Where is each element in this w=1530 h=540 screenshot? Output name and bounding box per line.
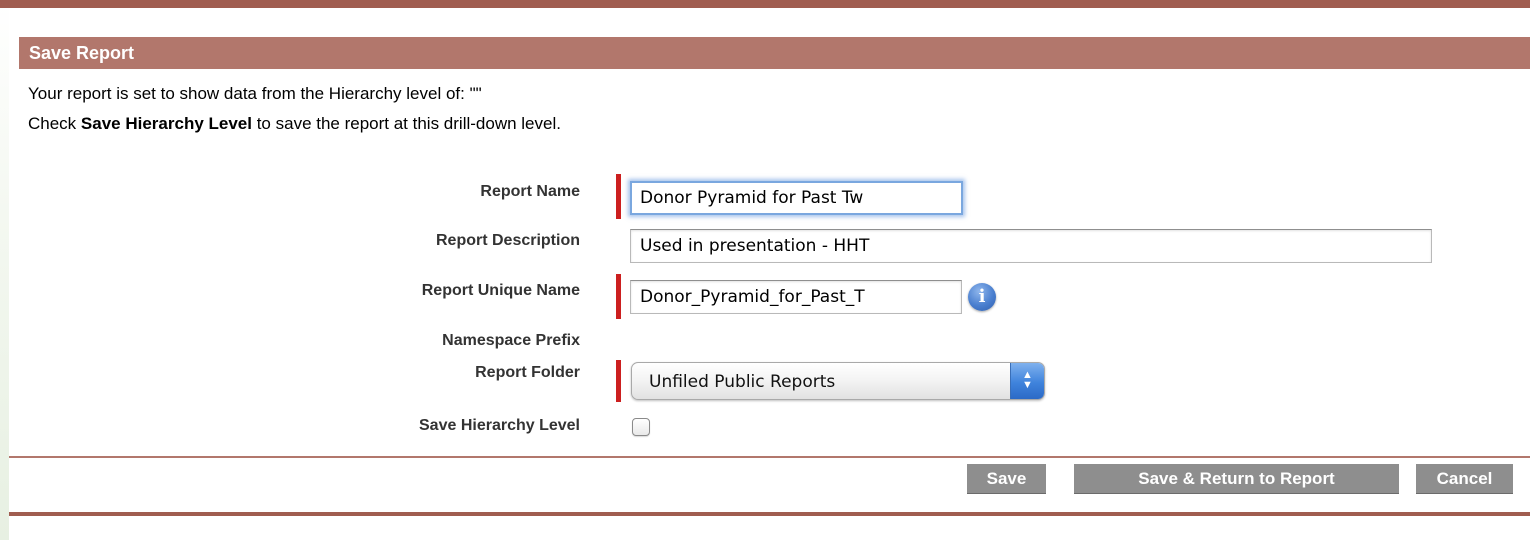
info-icon-glyph: i: [978, 286, 986, 307]
report-name-required-marker: [616, 174, 621, 219]
report-name-input[interactable]: Donor Pyramid for Past Tw: [630, 181, 963, 215]
bottom-rule: [9, 512, 1530, 516]
save-hierarchy-level-checkbox[interactable]: [632, 418, 650, 436]
left-gradient-strip: [0, 0, 9, 540]
report-folder-required-marker: [616, 360, 621, 402]
report-folder-select[interactable]: Unfiled Public Reports ▲ ▼: [631, 362, 1045, 400]
report-description-label: Report Description: [435, 232, 580, 249]
section-header: Save Report: [19, 37, 1530, 69]
report-description-value: Used in presentation - HHT: [640, 236, 870, 256]
report-unique-name-value: Donor_Pyramid_for_Past_T: [640, 287, 865, 307]
namespace-prefix-label: Namespace Prefix: [442, 332, 580, 349]
hierarchy-level-message: Your report is set to show data from the…: [28, 83, 482, 105]
info-icon[interactable]: i: [968, 283, 996, 311]
save-hierarchy-instruction: Check Save Hierarchy Level to save the r…: [28, 113, 561, 135]
save-hierarchy-level-label: Save Hierarchy Level: [419, 417, 580, 434]
report-unique-name-label: Report Unique Name: [421, 282, 580, 299]
hierarchy-level-text: Your report is set to show data from the…: [28, 84, 482, 103]
report-description-input[interactable]: Used in presentation - HHT: [630, 229, 1432, 263]
instruction-bold: Save Hierarchy Level: [80, 114, 252, 133]
instruction-suffix: to save the report at this drill-down le…: [251, 114, 561, 133]
section-title: Save Report: [29, 43, 135, 63]
instruction-prefix: Check: [28, 114, 81, 133]
save-button[interactable]: Save: [967, 464, 1046, 494]
report-name-value: Donor Pyramid for Past Tw: [640, 188, 864, 208]
cancel-button[interactable]: Cancel: [1416, 464, 1513, 494]
top-rule: [0, 0, 1530, 8]
report-unique-name-required-marker: [616, 274, 621, 319]
select-arrows-icon[interactable]: ▲ ▼: [1010, 363, 1044, 399]
report-unique-name-input[interactable]: Donor_Pyramid_for_Past_T: [630, 280, 962, 314]
button-bar-divider: [9, 456, 1530, 458]
save-and-return-button[interactable]: Save & Return to Report: [1074, 464, 1399, 494]
report-name-label: Report Name: [480, 183, 580, 200]
chevron-down-icon: ▼: [1022, 379, 1033, 391]
report-folder-label: Report Folder: [475, 364, 580, 381]
report-folder-value: Unfiled Public Reports: [649, 372, 836, 392]
